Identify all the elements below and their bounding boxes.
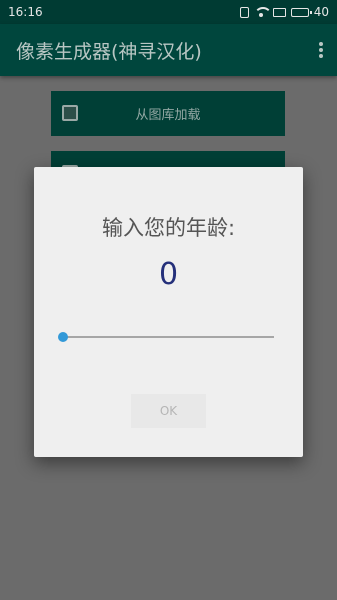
status-bar: 16:16 40 [0, 0, 337, 24]
slider-thumb[interactable] [58, 332, 68, 342]
slider-track [62, 336, 274, 338]
app-title: 像素生成器(神寻汉化) [16, 40, 202, 63]
battery-icon [290, 7, 312, 17]
dialog-title: 输入您的年龄: [101, 216, 236, 240]
vibrate-icon [239, 6, 249, 18]
message-icon [272, 7, 286, 17]
battery-level: 40 [313, 5, 329, 19]
ok-button[interactable]: OK [131, 394, 206, 428]
status-time: 16:16 [8, 5, 43, 19]
age-dialog: 输入您的年龄: 0 OK [34, 167, 303, 457]
image-icon [62, 105, 78, 121]
load-from-gallery-label: 从图库加载 [135, 108, 201, 123]
age-value: 0 [158, 257, 179, 292]
wifi-icon [253, 7, 272, 17]
load-from-gallery-button[interactable]: 从图库加载 [51, 91, 285, 136]
app-bar: 像素生成器(神寻汉化) [0, 24, 337, 76]
age-slider[interactable] [58, 329, 274, 345]
more-vert-icon[interactable] [319, 42, 323, 58]
status-icons: 40 [239, 5, 329, 19]
